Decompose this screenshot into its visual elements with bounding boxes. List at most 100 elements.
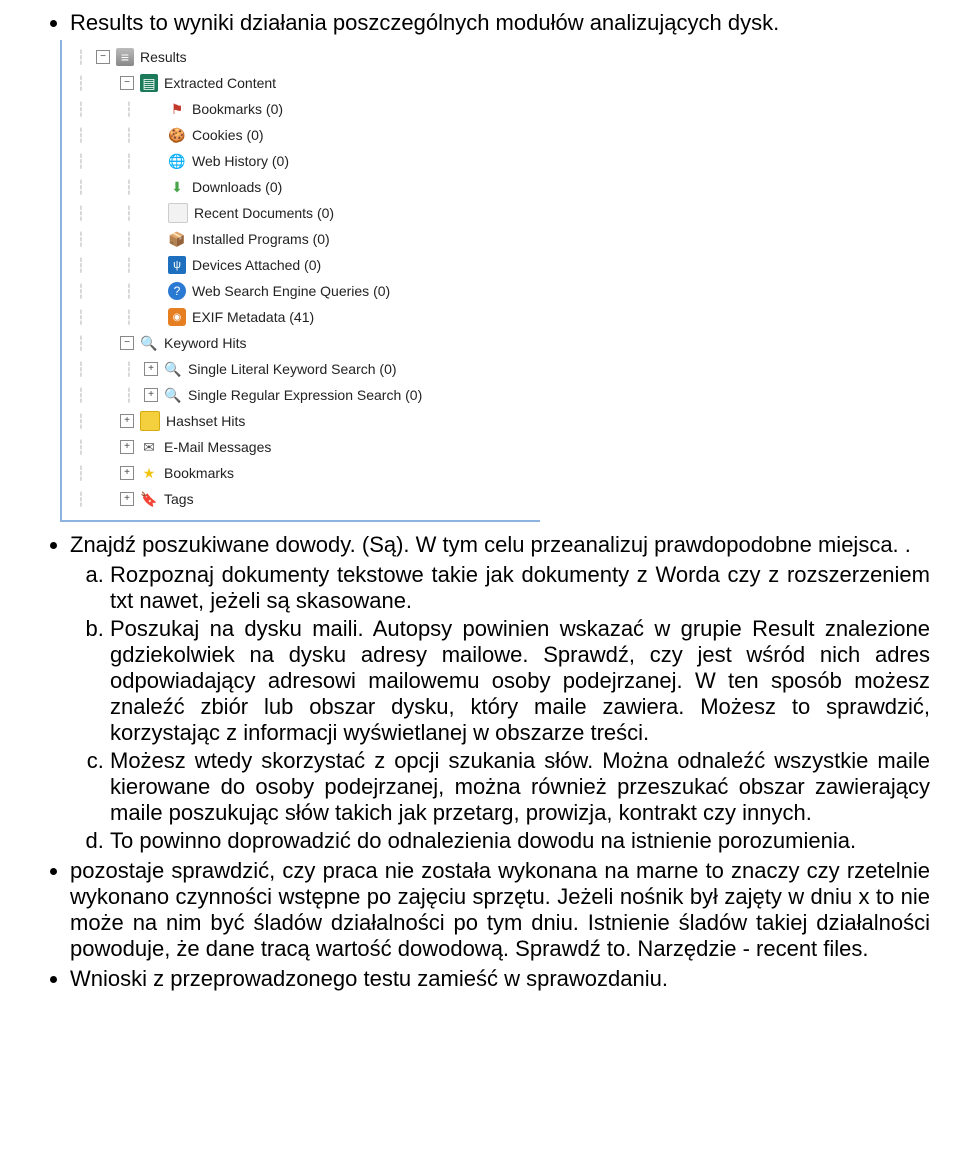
tree-row: ┆ ┆ ⬇ Downloads (0) [72,174,530,200]
tree-label[interactable]: Bookmarks (0) [192,101,283,117]
devices-icon: ψ [168,256,186,274]
tree-row: ┆ ┆ Recent Documents (0) [72,200,530,226]
tree-row: ┆┆ + 🔍 Single Regular Expression Search … [72,382,530,408]
tree-label[interactable]: Recent Documents (0) [194,205,334,221]
expand-icon[interactable]: + [120,466,134,480]
tree-line: ┆ [72,361,90,378]
tree-line: ┆ [120,257,138,274]
bullet-conclusions: Wnioski z przeprowadzonego testu zamieść… [70,966,930,992]
sub-d: To powinno doprowadzić do odnalezienia d… [110,828,930,854]
tree-label[interactable]: E-Mail Messages [164,439,271,455]
bookmarks-icon: ⚑ [168,100,186,118]
tree-line: ┆ [120,127,138,144]
tree-line: ┆ [72,283,90,300]
tree-line: ┆ [72,335,90,352]
webhistory-icon: 🌐 [168,152,186,170]
bullet-verify: pozostaje sprawdzić, czy praca nie zosta… [70,858,930,962]
email-icon: ✉ [140,438,158,456]
tree-line: ┆ [72,439,90,456]
collapse-icon[interactable]: − [120,336,134,350]
tree-line: ┆ [120,153,138,170]
tree-line: ┆ [72,413,90,430]
sub-a: Rozpoznaj dokumenty tekstowe takie jak d… [110,562,930,614]
tree-line: ┆ [72,465,90,482]
tree-row: ┆ ┆ + 🔍 Single Literal Keyword Search (0) [72,356,530,382]
tree-row: ┆ + ✉ E-Mail Messages [72,434,530,460]
tree-row: ┆ − 🔍 Keyword Hits [72,330,530,356]
bullet-find-evidence: Znajdź poszukiwane dowody. (Są). W tym c… [70,532,930,854]
tree-line: ┆ [120,361,138,378]
tree-label[interactable]: Installed Programs (0) [192,231,330,247]
tree-line: ┆ [120,231,138,248]
tree-line: ┆ [72,205,90,222]
tree-label[interactable]: EXIF Metadata (41) [192,309,314,325]
tree-label[interactable]: Tags [164,491,194,507]
tree-label[interactable]: Single Literal Keyword Search (0) [188,361,397,377]
tree-label[interactable]: Single Regular Expression Search (0) [188,387,422,403]
downloads-icon: ⬇ [168,178,186,196]
cookies-icon: 🍪 [168,126,186,144]
expand-icon[interactable]: + [120,440,134,454]
tree-label[interactable]: Keyword Hits [164,335,246,351]
tree-line: ┆ [72,179,90,196]
sub-b: Poszukaj na dysku maili. Autopsy powinie… [110,616,930,746]
tree-label[interactable]: Web Search Engine Queries (0) [192,283,390,299]
hashset-icon [140,411,160,431]
results-tree-screenshot: ┆ − ≡ Results ┆ − ▤ Extracted Content ┆┆… [60,40,540,522]
tree-line: ┆ [72,153,90,170]
tree-row: ┆ ┆ 🌐 Web History (0) [72,148,530,174]
tree-line: ┆ [72,309,90,326]
tree-line: ┆ [72,387,90,404]
tree-label[interactable]: Bookmarks [164,465,234,481]
sub-c: Możesz wtedy skorzystać z opcji szukania… [110,748,930,826]
tree-row: ┆ + ★ Bookmarks [72,460,530,486]
bullet-results-intro: Results to wyniki działania poszczególny… [70,10,930,36]
tags-icon: 🔖 [140,490,158,508]
tree-line: ┆ [72,75,90,92]
tree-line: ┆ [120,101,138,118]
expand-icon[interactable]: + [144,388,158,402]
bookmarks-star-icon: ★ [140,464,158,482]
tree-label[interactable]: Results [140,49,187,65]
tree-line: ┆ [72,49,90,66]
tree-line: ┆ [120,205,138,222]
tree-line: ┆ [72,491,90,508]
results-icon: ≡ [116,48,134,66]
bullet2-text: Znajdź poszukiwane dowody. (Są). W tym c… [70,532,911,557]
tree-line: ┆ [72,127,90,144]
tree-line: ┆ [72,231,90,248]
tree-row: ┆ ┆ ◉ EXIF Metadata (41) [72,304,530,330]
tree-line: ┆ [120,309,138,326]
tree-row: ┆ + 🔖 Tags [72,486,530,512]
tree-row: ┆ ┆ 🍪 Cookies (0) [72,122,530,148]
tree-label[interactable]: Extracted Content [164,75,276,91]
tree-label[interactable]: Devices Attached (0) [192,257,321,273]
tree-row: ┆ − ≡ Results [72,44,530,70]
tree-label[interactable]: Cookies (0) [192,127,264,143]
tree-row: ┆ − ▤ Extracted Content [72,70,530,96]
tree-row: ┆ ┆ ψ Devices Attached (0) [72,252,530,278]
tree-row: ┆ ┆ ⚑ Bookmarks (0) [72,96,530,122]
websearch-icon: ? [168,282,186,300]
installed-icon: 📦 [168,230,186,248]
exif-icon: ◉ [168,308,186,326]
expand-icon[interactable]: + [144,362,158,376]
tree-row: ┆ ┆ ? Web Search Engine Queries (0) [72,278,530,304]
keywordhits-icon: 🔍 [140,334,158,352]
tree-label[interactable]: Web History (0) [192,153,289,169]
tree-row: ┆ ┆ 📦 Installed Programs (0) [72,226,530,252]
tree-line: ┆ [72,101,90,118]
tree-label[interactable]: Hashset Hits [166,413,245,429]
tree-line: ┆ [120,283,138,300]
collapse-icon[interactable]: − [120,76,134,90]
tree-line: ┆ [120,179,138,196]
tree-line: ┆ [120,387,138,404]
expand-icon[interactable]: + [120,414,134,428]
recentdocs-icon [168,203,188,223]
expand-icon[interactable]: + [120,492,134,506]
tree-label[interactable]: Downloads (0) [192,179,282,195]
search-icon: 🔍 [164,360,182,378]
tree-line: ┆ [72,257,90,274]
collapse-icon[interactable]: − [96,50,110,64]
extracted-icon: ▤ [140,74,158,92]
